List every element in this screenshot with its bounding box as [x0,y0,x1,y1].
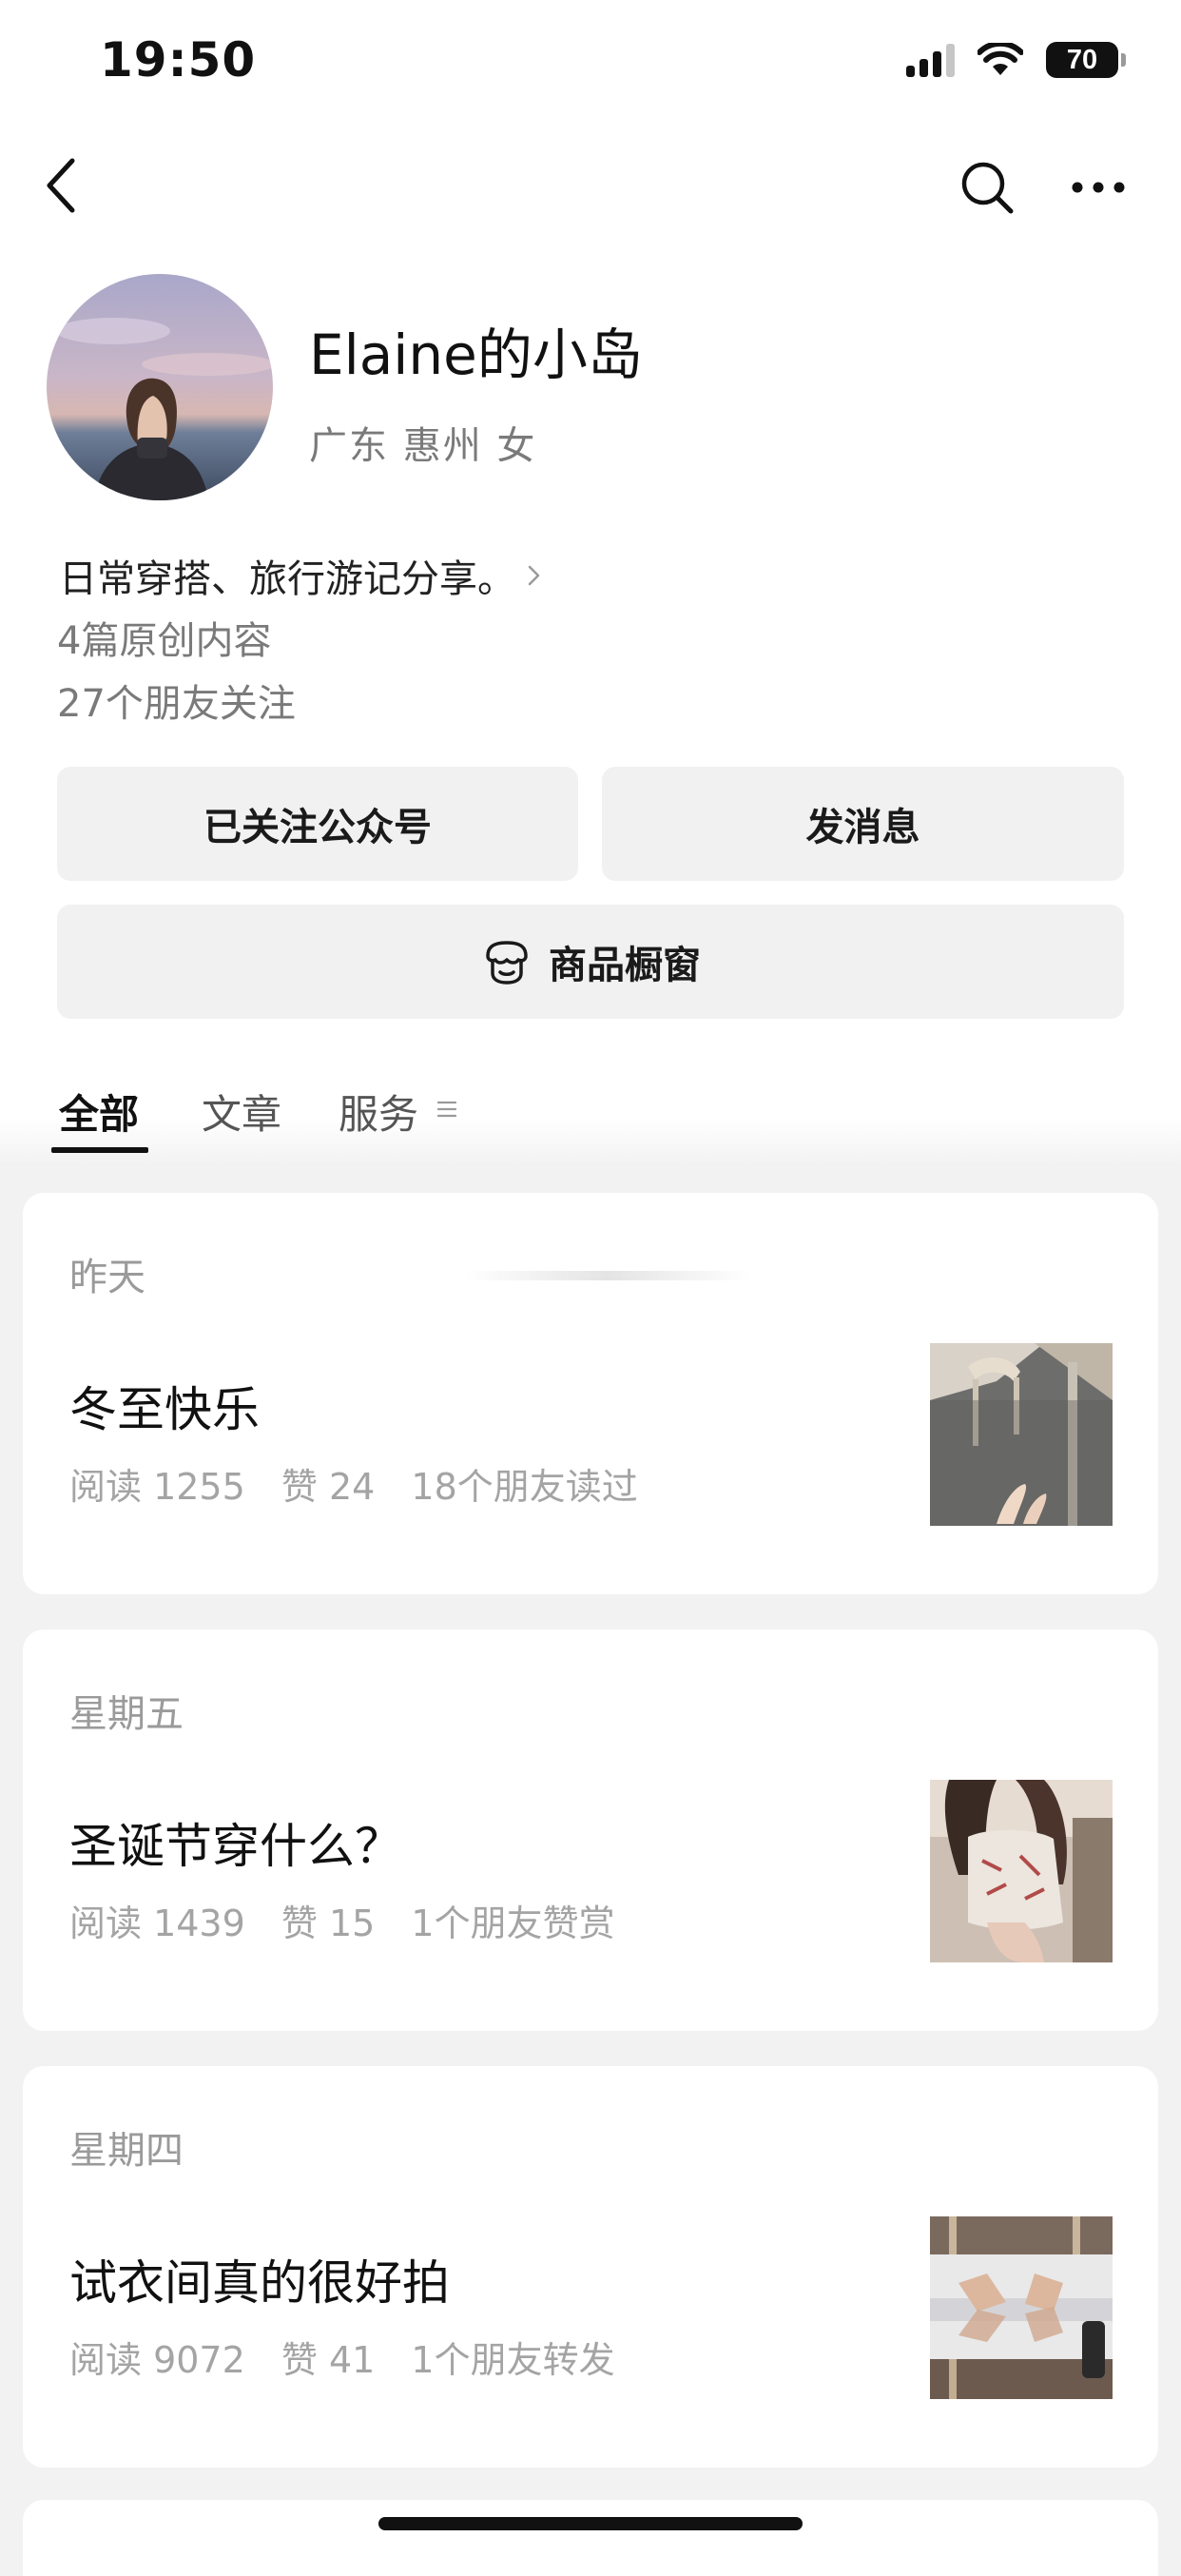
product-showcase-button[interactable]: 商品橱窗 [57,905,1124,1019]
article-date: 星期五 [69,1692,184,1736]
services-menu-icon[interactable] [436,1099,457,1120]
article-title: 试衣间真的很好拍 [69,2255,450,2311]
battery-icon: 70 [1046,42,1126,78]
article-card[interactable]: 星期五 圣诞节穿什么？ 阅读 1439 赞 15 1个朋友赞赏 [23,1630,1158,2031]
article-stats: 阅读 1439 赞 15 1个朋友赞赏 [69,1894,615,1946]
article-social: 1个朋友转发 [411,2339,615,2381]
shop-icon [486,941,528,985]
tab-articles[interactable]: 文章 [202,1083,281,1141]
status-indicators: 70 [906,42,1126,78]
status-bar: 19:50 70 [0,0,1181,128]
article-social: 18个朋友读过 [411,1466,638,1508]
article-social: 1个朋友赞赏 [411,1903,615,1944]
send-message-button[interactable]: 发消息 [602,767,1124,881]
tab-all[interactable]: 全部 [59,1083,139,1141]
article-thumbnail [930,2216,1113,2399]
article-reads: 阅读 1439 [69,1903,245,1944]
article-card[interactable]: 星期四 试衣间真的很好拍 阅读 9072 赞 41 1个朋友转发 [23,2066,1158,2468]
article-likes: 赞 24 [281,1466,376,1508]
article-thumbnail [930,1343,1113,1526]
bio-link[interactable]: 日常穿搭、旅行游记分享。 [59,548,544,603]
tab-active-indicator [51,1147,148,1153]
loading-shimmer [465,1271,750,1280]
article-date: 星期四 [69,2129,184,2173]
account-location: 广东 惠州 女 [309,424,537,468]
home-indicator[interactable] [378,2517,803,2530]
article-card[interactable]: 昨天 冬至快乐 阅读 1255 赞 24 18个朋友读过 [23,1193,1158,1594]
article-title: 圣诞节穿什么？ [69,1819,402,1874]
article-likes: 赞 15 [281,1903,376,1944]
search-icon[interactable] [959,160,1015,215]
avatar[interactable] [47,274,273,500]
product-showcase-label: 商品橱窗 [549,944,701,987]
status-time: 19:50 [100,32,257,88]
article-thumbnail [930,1780,1113,1962]
wifi-icon [978,43,1023,75]
more-horizontal-icon[interactable] [1070,171,1127,204]
article-stats: 阅读 9072 赞 41 1个朋友转发 [69,2331,615,2383]
article-likes: 赞 41 [281,2339,376,2381]
friends-following[interactable]: 27个朋友关注 [57,673,296,728]
back-chevron-icon[interactable] [42,157,80,214]
original-content-count[interactable]: 4篇原创内容 [57,610,271,665]
followed-button[interactable]: 已关注公众号 [57,767,578,881]
article-title: 冬至快乐 [69,1382,260,1437]
cellular-signal-icon [906,43,955,77]
article-card-partial[interactable] [23,2500,1158,2576]
article-stats: 阅读 1255 赞 24 18个朋友读过 [69,1457,638,1510]
account-name: Elaine的小岛 [309,322,643,387]
bio-text: 日常穿搭、旅行游记分享。 [59,557,515,601]
tab-services[interactable]: 服务 [339,1083,418,1141]
article-reads: 阅读 9072 [69,2339,245,2381]
article-reads: 阅读 1255 [69,1466,245,1508]
chevron-right-icon [528,565,540,586]
article-date: 昨天 [69,1256,145,1299]
